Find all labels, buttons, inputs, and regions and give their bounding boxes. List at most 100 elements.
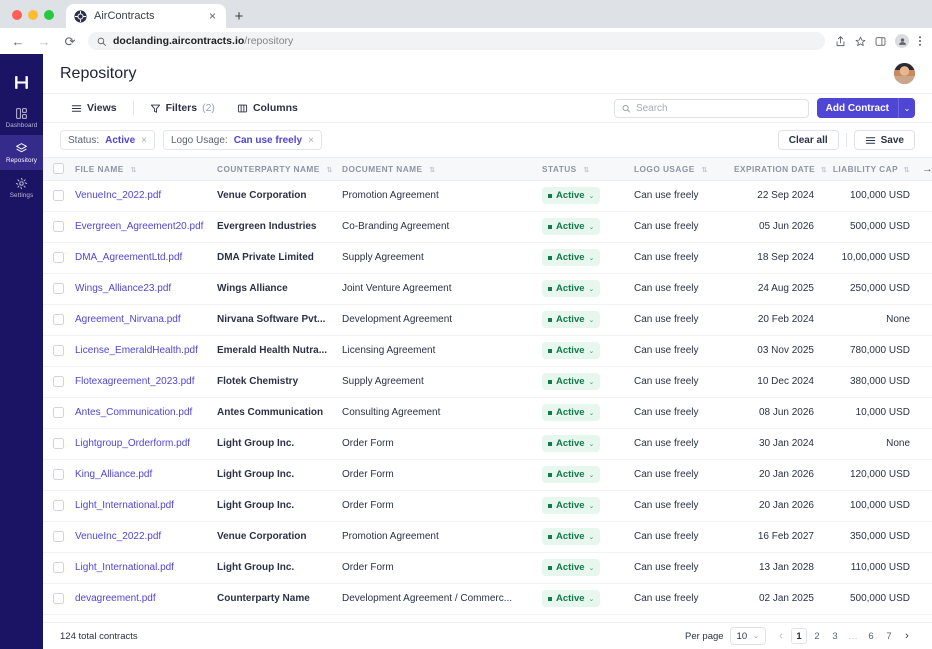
table-row[interactable]: DMA_AgreementLtd.pdfDMA Private LimitedS… xyxy=(43,242,932,273)
file-name-link[interactable]: Evergreen_Agreement20.pdf xyxy=(75,221,203,232)
chevron-down-icon[interactable]: ⌄ xyxy=(589,378,595,386)
address-bar[interactable]: doclanding.aircontracts.io/repository xyxy=(88,32,825,50)
row-checkbox[interactable] xyxy=(53,593,64,604)
status-badge[interactable]: Active⌄ xyxy=(542,218,600,235)
minimize-window-button[interactable] xyxy=(28,10,38,20)
file-name-link[interactable]: License_EmeraldHealth.pdf xyxy=(75,345,198,356)
status-badge[interactable]: Active⌄ xyxy=(542,373,600,390)
page-button-3[interactable]: 3 xyxy=(827,628,843,644)
sidebar-item-settings[interactable]: Settings xyxy=(0,170,43,205)
bookmark-star-icon[interactable] xyxy=(855,36,866,47)
previous-page-button[interactable]: ‹ xyxy=(773,628,789,644)
save-view-button[interactable]: Save xyxy=(854,130,915,150)
search-box[interactable] xyxy=(614,99,809,118)
remove-filter-icon[interactable]: × xyxy=(141,135,147,146)
sort-icon[interactable]: ⇅ xyxy=(429,167,435,174)
sidebar-item-dashboard[interactable]: Dashboard xyxy=(0,100,43,135)
page-button-2[interactable]: 2 xyxy=(809,628,825,644)
column-header-liability-cap[interactable]: LIABILITY CAP ⇅ xyxy=(820,158,916,180)
columns-button[interactable]: Columns xyxy=(226,99,309,117)
row-checkbox[interactable] xyxy=(53,531,64,542)
file-name-link[interactable]: VenueInc_2022.pdf xyxy=(75,531,161,542)
row-checkbox[interactable] xyxy=(53,283,64,294)
sort-icon[interactable]: ⇅ xyxy=(821,167,827,174)
maximize-window-button[interactable] xyxy=(44,10,54,20)
chevron-down-icon[interactable]: ⌄ xyxy=(589,409,595,417)
row-checkbox[interactable] xyxy=(53,252,64,263)
file-name-link[interactable]: Light_International.pdf xyxy=(75,500,174,511)
file-name-link[interactable]: Light_International.pdf xyxy=(75,562,174,573)
user-avatar[interactable] xyxy=(894,63,915,84)
table-row[interactable]: Light_International.pdfLight Group Inc.O… xyxy=(43,552,932,583)
table-row[interactable]: Evergreen_Agreement20.pdfEvergreen Indus… xyxy=(43,211,932,242)
app-logo[interactable] xyxy=(0,64,43,100)
table-row[interactable]: devagreement.pdfCounterparty NameDevelop… xyxy=(43,583,932,614)
file-name-link[interactable]: devagreement.pdf xyxy=(75,593,156,604)
chevron-down-icon[interactable]: ⌄ xyxy=(898,98,915,118)
file-name-link[interactable]: Wings_Alliance23.pdf xyxy=(75,283,171,294)
status-badge[interactable]: Active⌄ xyxy=(542,528,600,545)
filter-chip-status[interactable]: Status: Active × xyxy=(60,130,155,150)
chevron-down-icon[interactable]: ⌄ xyxy=(589,192,595,200)
row-checkbox[interactable] xyxy=(53,438,64,449)
file-name-link[interactable]: Flotexagreement_2023.pdf xyxy=(75,376,195,387)
page-button-1[interactable]: 1 xyxy=(791,628,807,644)
status-badge[interactable]: Active⌄ xyxy=(542,249,600,266)
add-contract-button[interactable]: Add Contract ⌄ xyxy=(817,98,915,118)
chevron-down-icon[interactable]: ⌄ xyxy=(589,316,595,324)
chevron-down-icon[interactable]: ⌄ xyxy=(589,440,595,448)
column-header-expiration-date[interactable]: EXPIRATION DATE ⇅ xyxy=(728,158,820,180)
new-tab-button[interactable]: + xyxy=(226,4,252,28)
table-row[interactable]: VenueInc_2022.pdfVenue CorporationPromot… xyxy=(43,521,932,552)
views-button[interactable]: Views xyxy=(60,99,128,117)
sort-icon[interactable]: ⇅ xyxy=(904,167,910,174)
chevron-down-icon[interactable]: ⌄ xyxy=(589,595,595,603)
side-panel-icon[interactable] xyxy=(875,36,886,47)
table-row[interactable]: License_EmeraldHealth.pdfEmerald Health … xyxy=(43,335,932,366)
page-ellipsis[interactable]: … xyxy=(845,628,861,644)
page-button-6[interactable]: 6 xyxy=(863,628,879,644)
sort-icon[interactable]: ⇅ xyxy=(702,167,708,174)
clear-all-button[interactable]: Clear all xyxy=(778,130,839,150)
chevron-down-icon[interactable]: ⌄ xyxy=(589,471,595,479)
arrow-right-icon[interactable]: → xyxy=(922,163,932,175)
chevron-down-icon[interactable]: ⌄ xyxy=(589,254,595,262)
column-header-logo-usage[interactable]: LOGO USAGE ⇅ xyxy=(628,158,728,180)
browser-tab[interactable]: AirContracts × xyxy=(66,4,226,28)
chevron-down-icon[interactable]: ⌄ xyxy=(589,285,595,293)
chevron-down-icon[interactable]: ⌄ xyxy=(589,347,595,355)
table-row[interactable]: VenueInc_2022.pdfVenue CorporationPromot… xyxy=(43,180,932,211)
status-badge[interactable]: Active⌄ xyxy=(542,590,600,607)
column-header-document-name[interactable]: DOCUMENT NAME ⇅ xyxy=(336,158,536,180)
remove-filter-icon[interactable]: × xyxy=(308,135,314,146)
status-badge[interactable]: Active⌄ xyxy=(542,187,600,204)
share-icon[interactable] xyxy=(835,36,846,47)
search-input[interactable] xyxy=(636,103,801,114)
table-row[interactable]: Agreement_Nirvana.pdfNirvana Software Pv… xyxy=(43,304,932,335)
back-button[interactable]: ← xyxy=(10,35,26,48)
filter-chip-logo-usage[interactable]: Logo Usage: Can use freely × xyxy=(163,130,322,150)
row-checkbox[interactable] xyxy=(53,469,64,480)
next-page-button[interactable]: › xyxy=(899,628,915,644)
status-badge[interactable]: Active⌄ xyxy=(542,404,600,421)
row-checkbox[interactable] xyxy=(53,376,64,387)
chevron-down-icon[interactable]: ⌄ xyxy=(589,223,595,231)
reload-button[interactable]: ⟳ xyxy=(62,35,78,48)
profile-avatar-icon[interactable] xyxy=(895,34,909,48)
file-name-link[interactable]: VenueInc_2022.pdf xyxy=(75,190,161,201)
row-checkbox[interactable] xyxy=(53,562,64,573)
chevron-down-icon[interactable]: ⌄ xyxy=(589,564,595,572)
close-window-button[interactable] xyxy=(12,10,22,20)
table-row[interactable]: Lightgroup_Orderform.pdfLight Group Inc.… xyxy=(43,428,932,459)
browser-menu-icon[interactable] xyxy=(918,35,922,47)
file-name-link[interactable]: King_Alliance.pdf xyxy=(75,469,152,480)
status-badge[interactable]: Active⌄ xyxy=(542,280,600,297)
select-all-checkbox[interactable] xyxy=(53,163,64,174)
filters-button[interactable]: Filters (2) xyxy=(139,99,226,117)
per-page-select[interactable]: 10 ⌄ xyxy=(730,627,766,645)
row-checkbox[interactable] xyxy=(53,345,64,356)
status-badge[interactable]: Active⌄ xyxy=(542,559,600,576)
table-row[interactable]: Flotexagreement_2023.pdfFlotek Chemistry… xyxy=(43,366,932,397)
sidebar-item-repository[interactable]: Repository xyxy=(0,135,43,170)
sort-icon[interactable]: ⇅ xyxy=(327,167,333,174)
